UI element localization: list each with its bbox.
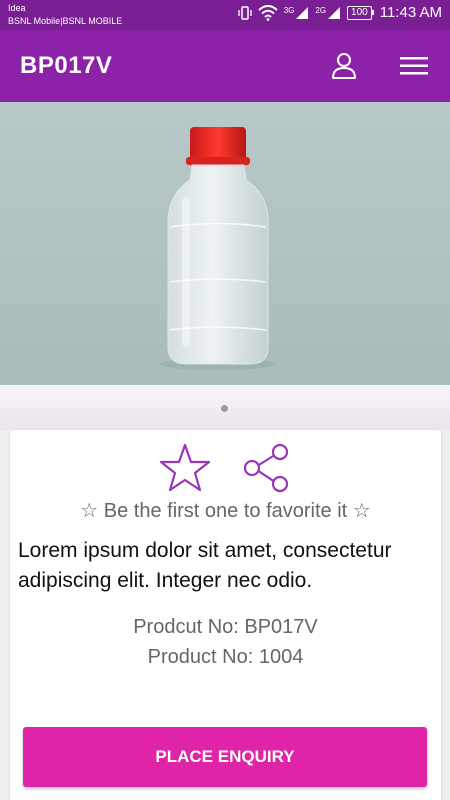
menu-icon[interactable] <box>398 52 430 80</box>
carousel-indicator <box>0 385 450 430</box>
signal-3g: 3G <box>284 6 310 20</box>
product-description: Lorem ipsum dolor sit amet, consectetur … <box>18 539 392 592</box>
bottle-image <box>160 127 276 370</box>
carousel-dot[interactable] <box>221 405 228 412</box>
carrier-name-primary: Idea <box>8 3 26 13</box>
vibrate-icon <box>238 5 252 20</box>
product-image[interactable] <box>0 102 450 385</box>
share-icon[interactable] <box>240 442 292 494</box>
profile-icon[interactable] <box>328 50 360 82</box>
page-title: BP017V <box>20 52 113 79</box>
carrier-name-secondary: BSNL Mobile|BSNL MOBILE <box>8 16 123 26</box>
wifi-icon <box>258 4 278 21</box>
battery-level: 100 <box>347 5 372 20</box>
signal-3g-bars-icon <box>296 6 309 19</box>
favorite-star-icon[interactable] <box>158 442 212 494</box>
network-2g-label: 2G <box>315 5 327 15</box>
status-bar: Idea BSNL Mobile|BSNL MOBILE 3G 2G 100 1… <box>0 0 450 30</box>
product-number: Product No: 1004 <box>147 646 304 668</box>
status-icons: 3G 2G 100 11:43 AM <box>238 4 442 21</box>
app-bar: BP017V <box>0 30 450 102</box>
battery-icon: 100 <box>347 5 374 20</box>
product-code: Prodcut No: BP017V <box>133 616 318 638</box>
favorite-prompt: ☆ Be the first one to favorite it ☆ <box>80 500 371 522</box>
place-enquiry-button[interactable]: PLACE ENQUIRY <box>23 727 427 787</box>
signal-2g: 2G <box>315 6 341 20</box>
signal-2g-bars-icon <box>328 6 341 19</box>
network-3g-label: 3G <box>283 5 295 15</box>
clock: 11:43 AM <box>379 4 442 21</box>
